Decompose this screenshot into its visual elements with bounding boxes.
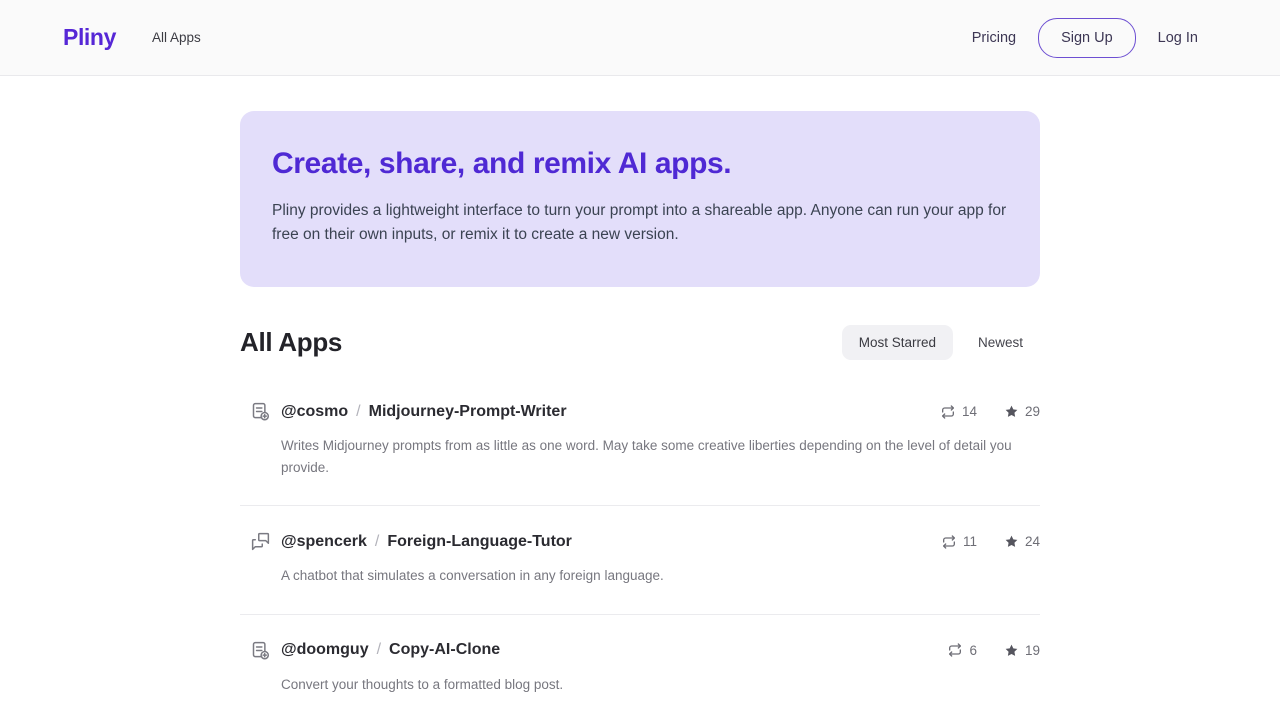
star-icon: [1004, 404, 1019, 419]
app-list: @cosmo / Midjourney-Prompt-Writer 14 29 …: [240, 376, 1040, 720]
log-in-link[interactable]: Log In: [1158, 30, 1198, 46]
remix-count: 14: [940, 404, 977, 420]
hero-banner: Create, share, and remix AI apps. Pliny …: [240, 111, 1040, 287]
app-description: A chatbot that simulates a conversation …: [281, 565, 1026, 587]
sign-up-button[interactable]: Sign Up: [1038, 18, 1136, 58]
remix-icon: [941, 534, 957, 550]
remix-count: 6: [947, 642, 977, 658]
star-icon: [1004, 534, 1019, 549]
nav-all-apps-link[interactable]: All Apps: [152, 30, 201, 45]
note-add-icon: [250, 640, 271, 661]
app-owner[interactable]: @spencerk: [281, 533, 367, 551]
remix-icon: [947, 642, 963, 658]
sort-most-starred-button[interactable]: Most Starred: [842, 325, 953, 360]
all-apps-section-header: All Apps Most Starred Newest: [240, 325, 1040, 360]
app-row-foreign-language-tutor: @spencerk / Foreign-Language-Tutor 11 24…: [240, 506, 1040, 615]
hero-description: Pliny provides a lightweight interface t…: [272, 199, 1007, 247]
nav-right-group: Pricing Sign Up Log In: [972, 18, 1198, 58]
remix-count: 11: [941, 534, 977, 550]
note-add-icon: [250, 401, 271, 422]
pricing-link[interactable]: Pricing: [972, 30, 1016, 46]
app-description: Writes Midjourney prompts from as little…: [281, 435, 1026, 478]
app-title-link[interactable]: @spencerk / Foreign-Language-Tutor: [281, 533, 572, 551]
hero-title: Create, share, and remix AI apps.: [272, 147, 1008, 181]
star-icon: [1004, 643, 1019, 658]
app-owner[interactable]: @doomguy: [281, 641, 369, 659]
star-count: 19: [1004, 643, 1040, 658]
star-count: 24: [1004, 534, 1040, 549]
sort-newest-button[interactable]: Newest: [961, 325, 1040, 360]
app-row-midjourney-prompt-writer: @cosmo / Midjourney-Prompt-Writer 14 29 …: [240, 376, 1040, 506]
main-content: Create, share, and remix AI apps. Pliny …: [240, 111, 1040, 720]
app-stats: 6 19: [947, 642, 1040, 658]
title-separator: /: [356, 403, 360, 421]
title-separator: /: [375, 533, 379, 551]
chat-icon: [250, 531, 271, 552]
top-navigation-bar: Pliny All Apps Pricing Sign Up Log In: [0, 0, 1280, 76]
app-owner[interactable]: @cosmo: [281, 403, 348, 421]
pliny-logo[interactable]: Pliny: [63, 24, 116, 51]
title-separator: /: [377, 641, 381, 659]
app-name[interactable]: Midjourney-Prompt-Writer: [369, 403, 567, 421]
app-stats: 14 29: [940, 404, 1040, 420]
all-apps-heading: All Apps: [240, 327, 342, 358]
remix-icon: [940, 404, 956, 420]
app-row-copy-ai-clone: @doomguy / Copy-AI-Clone 6 19 Convert yo…: [240, 615, 1040, 720]
sort-toggle: Most Starred Newest: [842, 325, 1040, 360]
app-description: Convert your thoughts to a formatted blo…: [281, 674, 1026, 696]
app-title-link[interactable]: @cosmo / Midjourney-Prompt-Writer: [281, 403, 567, 421]
app-title-link[interactable]: @doomguy / Copy-AI-Clone: [281, 641, 500, 659]
app-name[interactable]: Foreign-Language-Tutor: [387, 533, 572, 551]
app-name[interactable]: Copy-AI-Clone: [389, 641, 500, 659]
star-count: 29: [1004, 404, 1040, 419]
app-stats: 11 24: [941, 534, 1040, 550]
